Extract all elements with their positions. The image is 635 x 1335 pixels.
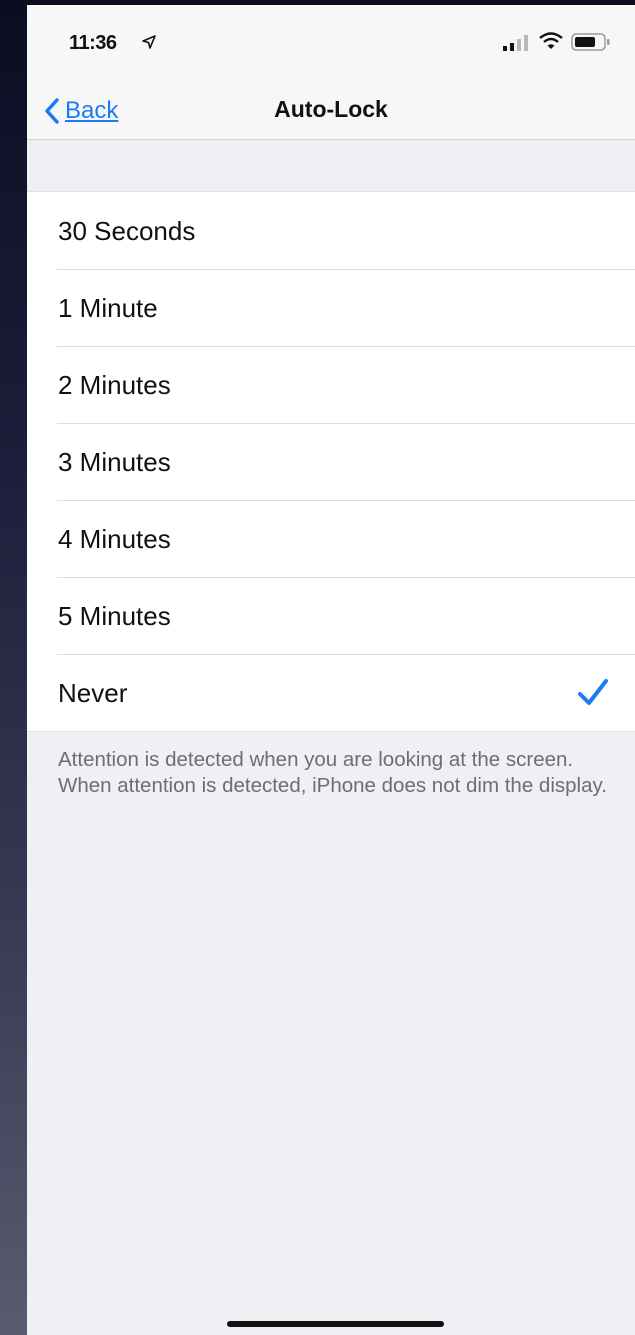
status-bar: 11:36 xyxy=(27,5,635,85)
option-4-minutes[interactable]: 4 Minutes xyxy=(27,500,635,577)
wifi-icon xyxy=(539,32,563,49)
location-arrow-icon xyxy=(142,35,156,49)
phone-screen: 11:36 Back Auto-Lock 30 Seconds 1 Minute… xyxy=(27,5,635,1335)
attention-footer-note: Attention is detected when you are looki… xyxy=(58,748,607,797)
option-30-seconds[interactable]: 30 Seconds xyxy=(27,192,635,269)
checkmark-icon xyxy=(578,679,608,705)
status-time: 11:36 xyxy=(69,32,117,54)
home-indicator[interactable] xyxy=(227,1321,444,1327)
signal-icon xyxy=(503,35,528,51)
battery-icon xyxy=(571,33,610,51)
option-label: 30 Seconds xyxy=(58,216,196,246)
option-3-minutes[interactable]: 3 Minutes xyxy=(27,423,635,500)
option-label: Never xyxy=(58,678,128,708)
auto-lock-options-list: 30 Seconds 1 Minute 2 Minutes 3 Minutes … xyxy=(27,191,635,732)
option-never[interactable]: Never xyxy=(27,654,635,731)
option-2-minutes[interactable]: 2 Minutes xyxy=(27,346,635,423)
option-label: 5 Minutes xyxy=(58,601,171,631)
navigation-bar: Back Auto-Lock xyxy=(27,85,635,140)
option-label: 3 Minutes xyxy=(58,447,171,477)
option-1-minute[interactable]: 1 Minute xyxy=(27,269,635,346)
option-label: 2 Minutes xyxy=(58,370,171,400)
page-title: Auto-Lock xyxy=(274,96,388,122)
option-label: 1 Minute xyxy=(58,293,158,323)
option-label: 4 Minutes xyxy=(58,524,171,554)
option-5-minutes[interactable]: 5 Minutes xyxy=(27,577,635,654)
